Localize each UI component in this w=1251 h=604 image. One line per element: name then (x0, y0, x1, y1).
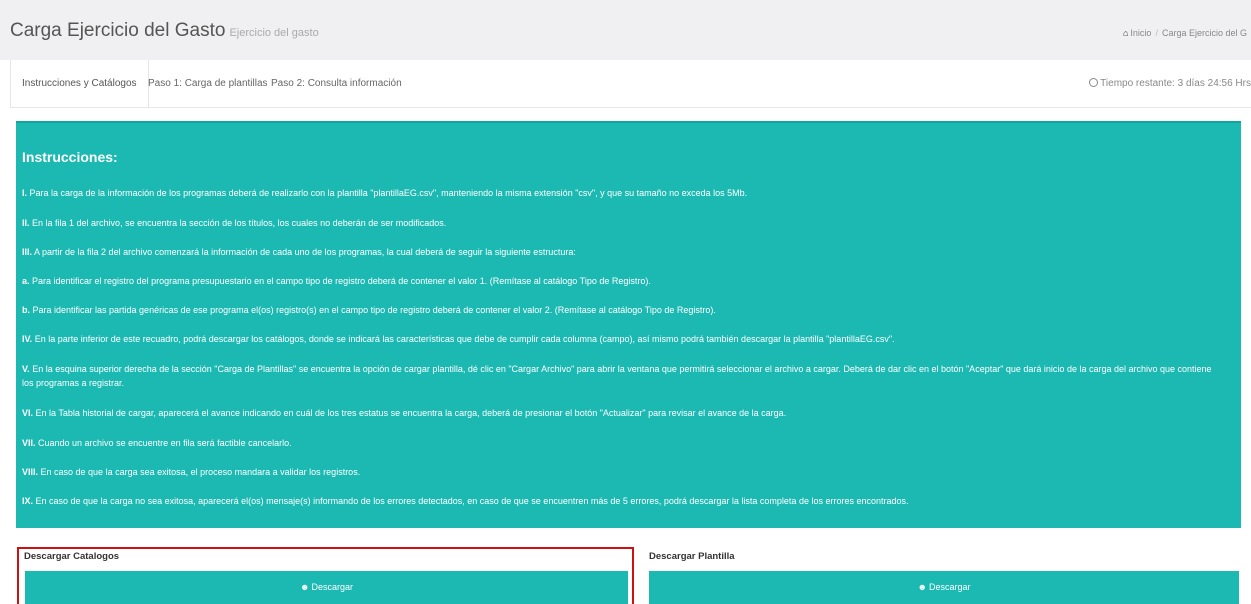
page-subtitle: Ejercicio del gasto (229, 27, 319, 39)
download-template-button-label: Descargar (928, 582, 971, 592)
remaining-time: Tiempo restante: 3 días 24:56 Hrs (1089, 60, 1251, 107)
breadcrumb: ⌂ Inicio / Carga Ejercicio del G (1123, 28, 1247, 38)
download-catalogs-button-label: Descargar (311, 582, 353, 592)
instruction-text: En la esquina superior derecha de la sec… (22, 364, 1212, 388)
instruction-number: a. (22, 276, 30, 286)
instruction-item: IV. En la parte inferior de este recuadr… (22, 332, 895, 346)
instruction-number: VII. (22, 438, 36, 448)
download-template-button[interactable]: ☻ Descargar (649, 571, 1239, 604)
user-icon: ☻ (300, 582, 310, 592)
page-title: Carga Ejercicio del Gasto Ejercicio del g… (10, 20, 319, 42)
remaining-time-text: Tiempo restante: 3 días 24:56 Hrs (1100, 78, 1251, 89)
instruction-number: V. (22, 364, 30, 374)
tab-bar: Instrucciones y Catálogos Paso 1: Carga … (10, 60, 1251, 108)
instruction-text: Para identificar el registro del program… (29, 276, 651, 286)
instruction-number: III. (22, 247, 33, 257)
instruction-text: Cuando un archivo se encuentre en fila s… (35, 438, 292, 448)
instruction-text: En la parte inferior de este recuadro, p… (32, 334, 895, 344)
instruction-number: VIII. (22, 467, 39, 477)
instruction-item: III. A partir de la fila 2 del archivo c… (22, 245, 576, 259)
instructions-box: Instrucciones: I. Para la carga de la in… (16, 121, 1241, 528)
download-catalogs-button[interactable]: ☻ Descargar (25, 571, 628, 604)
instruction-text: En la Tabla historial de cargar, aparece… (33, 408, 787, 418)
tab-query-information[interactable]: Paso 2: Consulta información (260, 60, 413, 107)
instruction-text: En la fila 1 del archivo, se encuentra l… (29, 218, 447, 228)
breadcrumb-home[interactable]: Inicio (1130, 28, 1151, 38)
clock-icon (1089, 78, 1099, 87)
instruction-text: Para identificar las partida genéricas d… (30, 305, 716, 315)
page-title-text: Carga Ejercicio del Gasto (10, 20, 226, 41)
instruction-number: II. (22, 218, 30, 228)
instruction-item: I. Para la carga de la información de lo… (22, 186, 747, 200)
home-icon[interactable]: ⌂ (1123, 28, 1128, 38)
instruction-number: VI. (22, 408, 34, 418)
instruction-text: En caso de que la carga sea exitosa, el … (38, 467, 361, 477)
tab-instructions[interactable]: Instrucciones y Catálogos (10, 60, 149, 108)
tab-upload-templates[interactable]: Paso 1: Carga de plantillas (137, 60, 279, 107)
instruction-number: IX. (22, 496, 34, 506)
user-icon: ☻ (917, 582, 927, 592)
download-template-label: Descargar Plantilla (649, 551, 735, 562)
instruction-text: A partir de la fila 2 del archivo comenz… (32, 247, 576, 257)
breadcrumb-current: Carga Ejercicio del G (1161, 28, 1247, 38)
instruction-item: II. En la fila 1 del archivo, se encuent… (22, 216, 446, 230)
instructions-title: Instrucciones: (22, 149, 118, 165)
instruction-item: VIII. En caso de que la carga sea exitos… (22, 465, 360, 479)
instruction-item: IX. En caso de que la carga no sea exito… (22, 494, 909, 508)
download-catalogs-label: Descargar Catalogos (24, 551, 120, 562)
instruction-text: Para la carga de la información de los p… (27, 188, 748, 198)
instruction-item: VI. En la Tabla historial de cargar, apa… (22, 406, 786, 420)
instruction-item: VII. Cuando un archivo se encuentre en f… (22, 436, 292, 450)
instruction-item: b. Para identificar las partida genérica… (22, 303, 716, 317)
page-header: Carga Ejercicio del Gasto Ejercicio del g… (0, 0, 1251, 60)
instruction-item: V. En la esquina superior derecha de la … (22, 362, 1222, 390)
instruction-number: IV. (22, 334, 33, 344)
breadcrumb-separator: / (1155, 28, 1158, 38)
instruction-item: a. Para identificar el registro del prog… (22, 274, 651, 288)
instruction-number: b. (22, 305, 30, 315)
instruction-text: En caso de que la carga no sea exitosa, … (33, 496, 909, 506)
